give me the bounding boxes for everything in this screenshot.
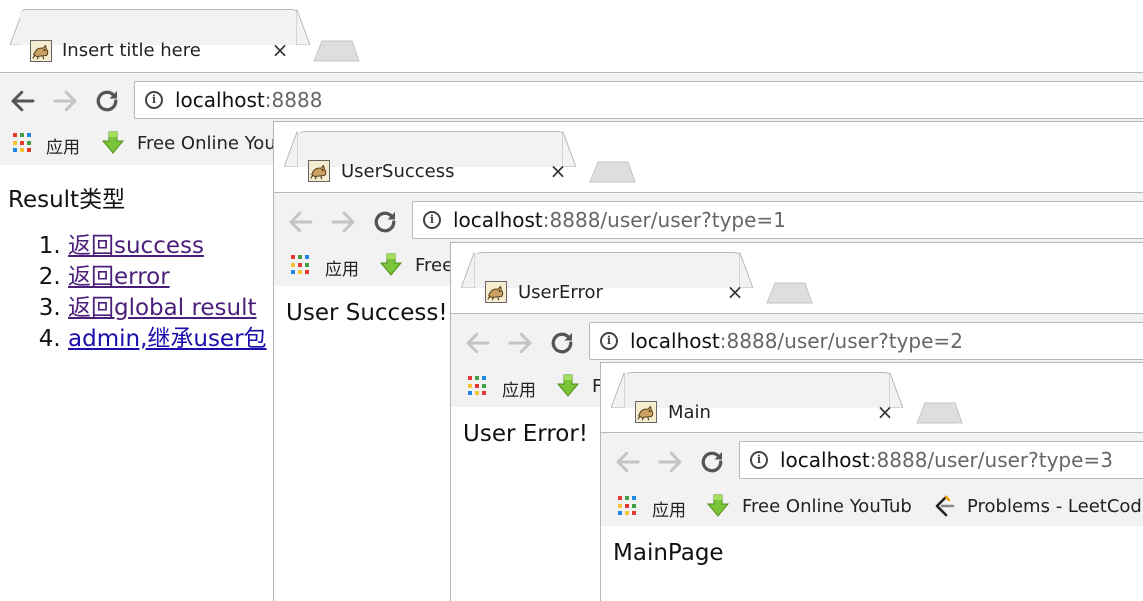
address-bar[interactable]: i localhost:8888/user/user?type=2	[589, 322, 1143, 360]
apps-grid-icon[interactable]	[291, 255, 311, 275]
tab-edge	[284, 131, 298, 167]
bookmark-free-online[interactable]: Free	[415, 255, 453, 276]
close-icon[interactable]: ×	[548, 159, 568, 183]
url-host: localhost	[453, 208, 543, 232]
tab-title: Main	[668, 402, 711, 423]
close-icon[interactable]: ×	[725, 280, 745, 304]
address-bar[interactable]: i localhost:8888	[134, 81, 1143, 119]
forward-arrow-icon[interactable]	[50, 86, 80, 116]
info-icon[interactable]: i	[145, 91, 163, 109]
new-tab-button[interactable]	[765, 282, 813, 304]
back-arrow-icon[interactable]	[463, 328, 493, 358]
url-path: :8888/user/user?type=2	[719, 329, 963, 353]
url-host: localhost	[175, 88, 265, 112]
bookmark-apps-label[interactable]: 应用	[652, 496, 686, 521]
reload-icon[interactable]	[370, 207, 400, 237]
link-return-success[interactable]: 返回success	[68, 233, 204, 259]
address-bar[interactable]: i localhost:8888/user/user?type=1	[412, 201, 1143, 239]
list-item: 返回error	[68, 262, 267, 293]
link-return-error[interactable]: 返回error	[68, 264, 170, 290]
tab-edge	[611, 372, 625, 408]
url-host: localhost	[630, 329, 720, 353]
url-path: :8888/user/user?type=3	[869, 448, 1113, 472]
url-host: localhost	[780, 448, 870, 472]
tab-edge	[461, 252, 475, 288]
forward-arrow-icon[interactable]	[655, 447, 685, 477]
tomcat-icon	[308, 160, 330, 182]
tomcat-icon	[485, 281, 507, 303]
tab-title: UserError	[518, 282, 603, 303]
new-tab-button[interactable]	[588, 161, 636, 183]
url-text: localhost:8888/user/user?type=3	[780, 448, 1113, 472]
tomcat-icon	[635, 401, 657, 423]
forward-arrow-icon[interactable]	[328, 207, 358, 237]
leetcode-icon	[931, 494, 957, 518]
list-item: 返回global result	[68, 293, 267, 324]
list-item: admin,继承user包	[68, 324, 267, 355]
page-message: User Success!	[286, 300, 448, 326]
apps-grid-icon[interactable]	[13, 133, 33, 153]
tab-main[interactable]	[625, 372, 891, 408]
back-arrow-icon[interactable]	[8, 86, 38, 116]
info-icon[interactable]: i	[600, 332, 618, 350]
link-admin-extends-user[interactable]: admin,继承user包	[68, 326, 267, 352]
browser-window-4: Main × i localhost:8888/user/user?type=3…	[600, 362, 1143, 601]
bookmarks-bar: 应用 Free Online YouTub Problems - LeetCod	[601, 493, 1143, 521]
reload-icon[interactable]	[697, 447, 727, 477]
reload-icon[interactable]	[547, 328, 577, 358]
url-text: localhost:8888	[175, 88, 322, 112]
page-content: MainPage	[601, 526, 1143, 601]
info-icon[interactable]: i	[423, 211, 441, 229]
apps-grid-icon[interactable]	[618, 496, 638, 516]
tab-title: UserSuccess	[341, 161, 455, 182]
close-icon[interactable]: ×	[270, 38, 290, 62]
download-arrow-icon	[378, 252, 404, 278]
back-arrow-icon[interactable]	[286, 207, 316, 237]
tab-title: Insert title here	[62, 40, 201, 61]
page-heading: Result类型	[8, 187, 126, 213]
forward-arrow-icon[interactable]	[505, 328, 535, 358]
tab-edge	[296, 9, 310, 45]
info-icon[interactable]: i	[750, 451, 768, 469]
link-return-global-result[interactable]: 返回global result	[68, 295, 257, 321]
url-text: localhost:8888/user/user?type=2	[630, 329, 963, 353]
tab-usererror[interactable]	[475, 252, 741, 288]
url-path: :8888/user/user?type=1	[542, 208, 786, 232]
address-bar[interactable]: i localhost:8888/user/user?type=3	[739, 441, 1143, 479]
toolbar: i localhost:8888/user/user?type=3 应用 Fre…	[601, 432, 1143, 526]
bookmark-problems-leetcode[interactable]: Problems - LeetCod	[967, 496, 1142, 517]
bookmark-apps-label[interactable]: 应用	[502, 376, 536, 401]
back-arrow-icon[interactable]	[613, 447, 643, 477]
page-message: User Error!	[463, 421, 589, 447]
new-tab-button[interactable]	[312, 40, 360, 62]
download-arrow-icon	[555, 373, 581, 399]
download-arrow-icon	[705, 493, 731, 519]
apps-grid-icon[interactable]	[468, 376, 488, 396]
result-link-list: 返回success 返回error 返回global result admin,…	[30, 231, 267, 355]
url-text: localhost:8888/user/user?type=1	[453, 208, 786, 232]
download-arrow-icon	[100, 130, 126, 156]
reload-icon[interactable]	[92, 86, 122, 116]
bookmark-free-online[interactable]: Free Online You	[137, 133, 276, 154]
page-message: MainPage	[613, 540, 724, 566]
list-item: 返回success	[68, 231, 267, 262]
new-tab-button[interactable]	[915, 402, 963, 424]
close-icon[interactable]: ×	[875, 400, 895, 424]
bookmark-apps-label[interactable]: 应用	[325, 255, 359, 280]
bookmark-free-online-youtube[interactable]: Free Online YouTub	[742, 496, 912, 517]
bookmark-apps-label[interactable]: 应用	[46, 133, 80, 158]
url-path: :8888	[264, 88, 323, 112]
tomcat-icon	[30, 40, 52, 62]
